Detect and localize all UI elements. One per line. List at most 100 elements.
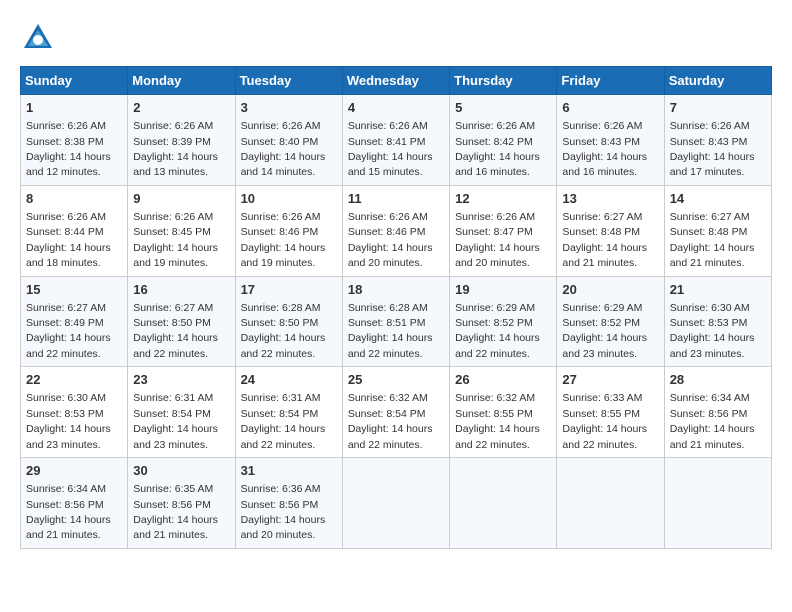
calendar-cell: 20 Sunrise: 6:29 AM Sunset: 8:52 PM Dayligh… [557,276,664,367]
sunset-info: Sunset: 8:44 PM [26,226,104,238]
calendar-cell: 10Sunrise: 6:26 AMSunset: 8:46 PMDayligh… [235,185,342,276]
sunset-info: Sunset: 8:43 PM [562,136,640,148]
sunrise-info: Sunrise: 6:26 AM [562,120,642,132]
sunrise-info: Sunrise: 6:29 AM [562,302,642,314]
sunset-info: Sunset: 8:55 PM [562,408,640,420]
sunrise-info: Sunrise: 6:28 AM [241,302,321,314]
sunset-info: Sunset: 8:43 PM [670,136,748,148]
daylight-info: Daylight: 14 hours and 18 minutes. [26,242,111,269]
calendar-cell: 28Sunrise: 6:34 AMSunset: 8:56 PMDayligh… [664,367,771,458]
day-number: 25 [348,371,444,389]
calendar-cell: 26Sunrise: 6:32 AMSunset: 8:55 PMDayligh… [450,367,557,458]
day-number: 5 [455,99,551,117]
sunset-info: Sunset: 8:48 PM [562,226,640,238]
daylight-info: Daylight: 14 hours and 21 minutes. [133,514,218,541]
sunrise-info: Sunrise: 6:32 AM [348,392,428,404]
calendar-cell: 30Sunrise: 6:35 AMSunset: 8:56 PMDayligh… [128,458,235,549]
calendar-cell: 19Sunrise: 6:29 AMSunset: 8:52 PMDayligh… [450,276,557,367]
calendar-cell: 8Sunrise: 6:26 AMSunset: 8:44 PMDaylight… [21,185,128,276]
sunrise-info: Sunrise: 6:27 AM [26,302,106,314]
calendar-cell: 31Sunrise: 6:36 AMSunset: 8:56 PMDayligh… [235,458,342,549]
sunrise-info: Sunrise: 6:31 AM [241,392,321,404]
calendar-cell [342,458,449,549]
calendar-cell: 13Sunrise: 6:27 AMSunset: 8:48 PMDayligh… [557,185,664,276]
calendar-cell: 17Sunrise: 6:28 AMSunset: 8:50 PMDayligh… [235,276,342,367]
header [20,20,772,56]
calendar-cell [664,458,771,549]
sunset-info: Sunset: 8:39 PM [133,136,211,148]
sunset-info: Sunset: 8:40 PM [241,136,319,148]
daylight-info: Daylight: 14 hours and 22 minutes. [241,332,326,359]
daylight-info: Daylight: 14 hours and 22 minutes. [348,423,433,450]
sunset-info: Sunset: 8:54 PM [348,408,426,420]
daylight-info: Daylight: 14 hours and 23 minutes. [562,332,647,359]
sunrise-info: Sunrise: 6:30 AM [670,302,750,314]
sunset-info: Sunset: 8:55 PM [455,408,533,420]
calendar-cell [557,458,664,549]
sunrise-info: Sunrise: 6:30 AM [26,392,106,404]
daylight-info: Daylight: 14 hours and 14 minutes. [241,151,326,178]
sunset-info: Sunset: 8:46 PM [241,226,319,238]
day-number: 9 [133,190,229,208]
sunrise-info: Sunrise: 6:34 AM [26,483,106,495]
daylight-info: Daylight: 14 hours and 17 minutes. [670,151,755,178]
day-header-wednesday: Wednesday [342,67,449,95]
day-header-monday: Monday [128,67,235,95]
sunset-info: Sunset: 8:51 PM [348,317,426,329]
daylight-info: Daylight: 14 hours and 15 minutes. [348,151,433,178]
calendar-cell: 27Sunrise: 6:33 AMSunset: 8:55 PMDayligh… [557,367,664,458]
calendar-cell: 5Sunrise: 6:26 AMSunset: 8:42 PMDaylight… [450,95,557,186]
daylight-info: Daylight: 14 hours and 23 minutes. [26,423,111,450]
sunset-info: Sunset: 8:56 PM [133,499,211,511]
day-header-saturday: Saturday [664,67,771,95]
daylight-info: Daylight: 14 hours and 21 minutes. [670,423,755,450]
calendar-cell: 24Sunrise: 6:31 AMSunset: 8:54 PMDayligh… [235,367,342,458]
daylight-info: Daylight: 14 hours and 19 minutes. [133,242,218,269]
day-number: 21 [670,281,766,299]
sunrise-info: Sunrise: 6:27 AM [133,302,213,314]
sunset-info: Sunset: 8:45 PM [133,226,211,238]
calendar-cell: 2Sunrise: 6:26 AMSunset: 8:39 PMDaylight… [128,95,235,186]
day-number: 14 [670,190,766,208]
day-number: 18 [348,281,444,299]
daylight-info: Daylight: 14 hours and 22 minutes. [455,332,540,359]
day-header-friday: Friday [557,67,664,95]
daylight-info: Daylight: 14 hours and 21 minutes. [670,242,755,269]
sunset-info: Sunset: 8:42 PM [455,136,533,148]
sunrise-info: Sunrise: 6:28 AM [348,302,428,314]
day-number: 24 [241,371,337,389]
sunset-info: Sunset: 8:52 PM [562,317,640,329]
calendar-cell: 3Sunrise: 6:26 AMSunset: 8:40 PMDaylight… [235,95,342,186]
sunset-info: Sunset: 8:49 PM [26,317,104,329]
day-number: 31 [241,462,337,480]
daylight-info: Daylight: 14 hours and 22 minutes. [26,332,111,359]
day-number: 2 [133,99,229,117]
day-number: 12 [455,190,551,208]
daylight-info: Daylight: 14 hours and 22 minutes. [455,423,540,450]
day-number: 13 [562,190,658,208]
calendar-week-3: 15Sunrise: 6:27 AMSunset: 8:49 PMDayligh… [21,276,772,367]
day-number: 16 [133,281,229,299]
sunrise-info: Sunrise: 6:26 AM [348,120,428,132]
daylight-info: Daylight: 14 hours and 21 minutes. [26,514,111,541]
calendar-cell: 1Sunrise: 6:26 AMSunset: 8:38 PMDaylight… [21,95,128,186]
day-number: 7 [670,99,766,117]
sunset-info: Sunset: 8:52 PM [455,317,533,329]
sunrise-info: Sunrise: 6:33 AM [562,392,642,404]
day-number: 27 [562,371,658,389]
sunset-info: Sunset: 8:50 PM [241,317,319,329]
day-number: 8 [26,190,122,208]
sunset-info: Sunset: 8:38 PM [26,136,104,148]
daylight-info: Daylight: 14 hours and 22 minutes. [133,332,218,359]
sunrise-info: Sunrise: 6:26 AM [133,211,213,223]
sunrise-info: Sunrise: 6:26 AM [670,120,750,132]
sunrise-info: Sunrise: 6:36 AM [241,483,321,495]
day-number: 22 [26,371,122,389]
day-number: 10 [241,190,337,208]
calendar-cell [450,458,557,549]
sunset-info: Sunset: 8:41 PM [348,136,426,148]
daylight-info: Daylight: 14 hours and 16 minutes. [562,151,647,178]
sunrise-info: Sunrise: 6:26 AM [455,120,535,132]
sunset-info: Sunset: 8:50 PM [133,317,211,329]
day-number: 20 [562,281,658,299]
